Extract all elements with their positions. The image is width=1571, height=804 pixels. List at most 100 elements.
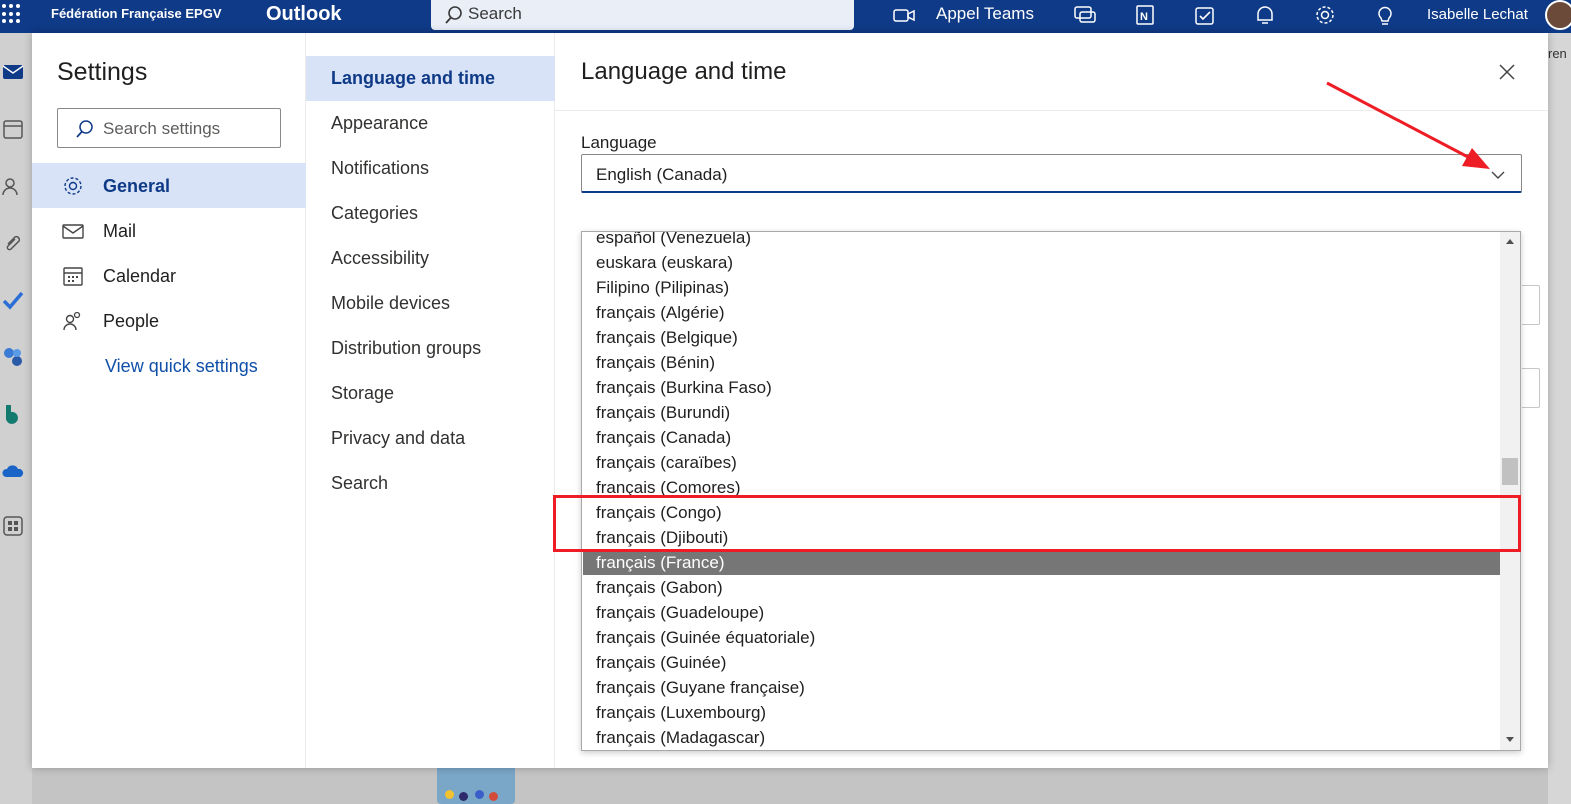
subcategory-label: Categories — [331, 203, 419, 223]
language-option-label: français (Guyane française) — [596, 678, 805, 697]
subcategory-privacy-and-data[interactable]: Privacy and data — [306, 416, 555, 461]
top-bar: Fédération Française EPGV Outlook Search… — [0, 0, 1571, 33]
settings-category-general[interactable]: General — [32, 163, 306, 208]
language-option-label: français (Burkina Faso) — [596, 378, 772, 397]
search-settings-placeholder: Search settings — [103, 119, 221, 138]
calendar-icon — [62, 265, 84, 287]
language-option-label: français (Canada) — [596, 428, 732, 447]
search-settings-input[interactable]: Search settings — [57, 108, 281, 148]
gear-icon[interactable] — [1313, 4, 1337, 26]
subcategory-label: Appearance — [331, 113, 429, 133]
settings-title: Settings — [57, 58, 148, 86]
teams-call-button[interactable]: Appel Teams — [936, 4, 1034, 24]
language-option-label: français (Madagascar) — [596, 728, 766, 747]
language-option[interactable]: français (Belgique) — [582, 325, 1500, 350]
avatar[interactable] — [1545, 0, 1571, 30]
onenote-icon[interactable]: N — [1133, 4, 1157, 26]
settings-category-label: Mail — [103, 221, 137, 241]
scroll-up-arrow[interactable] — [1506, 239, 1514, 244]
language-option-label: français (Bénin) — [596, 353, 716, 372]
todo-icon[interactable] — [1193, 4, 1217, 26]
language-option[interactable]: français (Luxembourg) — [582, 700, 1500, 725]
language-option[interactable]: français (Guinée) — [582, 650, 1500, 675]
language-option-label: español (Venezuela) — [596, 231, 752, 247]
language-option[interactable]: français (France) — [583, 550, 1500, 575]
settings-category-people[interactable]: People — [32, 298, 306, 343]
language-option[interactable]: français (Canada) — [582, 425, 1500, 450]
language-option-label: français (Guinée) — [596, 653, 727, 672]
language-option-label: français (Guadeloupe) — [596, 603, 765, 622]
scroll-down-arrow[interactable] — [1506, 737, 1514, 742]
settings-category-mail[interactable]: Mail — [32, 208, 306, 253]
language-dropdown[interactable]: English (Canada) — [581, 154, 1522, 193]
language-option[interactable]: français (Bénin) — [582, 350, 1500, 375]
language-option[interactable]: français (Burundi) — [582, 400, 1500, 425]
background-image-thumbnail — [437, 768, 515, 804]
language-option[interactable]: français (Gabon) — [582, 575, 1500, 600]
scrollbar[interactable] — [1500, 232, 1520, 750]
language-selected-value: English (Canada) — [596, 165, 728, 184]
subcategory-label: Notifications — [331, 158, 430, 178]
video-call-icon[interactable] — [893, 4, 917, 26]
more-apps-icon[interactable] — [2, 515, 24, 537]
user-name[interactable]: Isabelle Lechat — [1427, 6, 1528, 23]
app-name[interactable]: Outlook — [266, 3, 342, 26]
calendar-icon[interactable] — [2, 118, 24, 140]
chevron-down-icon[interactable] — [1490, 168, 1506, 186]
settings-category-label: People — [103, 311, 160, 331]
language-option[interactable]: français (Burkina Faso) — [582, 375, 1500, 400]
language-option-label: français (Belgique) — [596, 328, 738, 347]
chat-icon[interactable] — [1073, 4, 1097, 26]
view-quick-settings-link[interactable]: View quick settings — [105, 356, 258, 377]
background-control-edge — [1522, 368, 1540, 408]
search-icon — [444, 5, 464, 30]
language-option-label: Filipino (Pilipinas) — [596, 278, 730, 297]
bell-icon[interactable] — [1253, 4, 1277, 26]
global-search-box[interactable]: Search — [431, 0, 854, 30]
subcategory-accessibility[interactable]: Accessibility — [306, 236, 555, 281]
subcategory-label: Mobile devices — [331, 293, 451, 313]
bookings-icon[interactable] — [2, 403, 24, 425]
subcategory-search[interactable]: Search — [306, 461, 555, 506]
onedrive-icon[interactable] — [2, 460, 24, 482]
language-option-label: euskara (euskara) — [596, 253, 734, 272]
subcategory-appearance[interactable]: Appearance — [306, 101, 555, 146]
mail-icon[interactable] — [2, 61, 24, 83]
language-option[interactable]: français (caraïbes) — [582, 450, 1500, 475]
language-option-label: français (Guinée équatoriale) — [596, 628, 816, 647]
language-option[interactable]: euskara (euskara) — [582, 250, 1500, 275]
language-label: Language — [581, 133, 657, 152]
todo-check-icon[interactable] — [2, 289, 24, 311]
lightbulb-icon[interactable] — [1373, 4, 1397, 26]
people-icon — [62, 310, 84, 332]
people-icon[interactable] — [2, 175, 24, 197]
language-option[interactable]: español (Venezuela) — [582, 231, 1500, 250]
annotation-highlight-box — [553, 495, 1521, 552]
language-option-label: français (Burundi) — [596, 403, 731, 422]
language-option[interactable]: Filipino (Pilipinas) — [582, 275, 1500, 300]
org-name: Fédération Française EPGV — [51, 6, 222, 21]
subcategory-storage[interactable]: Storage — [306, 371, 555, 416]
viva-engage-icon[interactable] — [2, 346, 24, 368]
app-launcher-icon[interactable] — [2, 4, 22, 24]
settings-categories-column: Settings Search settings General Mail Ca… — [32, 33, 306, 768]
language-options-list[interactable]: español (Venezuela) euskara (euskara) Fili… — [581, 231, 1521, 751]
language-option[interactable]: français (Guyane française) — [582, 675, 1500, 700]
subcategory-categories[interactable]: Categories — [306, 191, 555, 236]
subcategory-mobile-devices[interactable]: Mobile devices — [306, 281, 555, 326]
language-option-label: français (caraïbes) — [596, 453, 737, 472]
paperclip-icon[interactable] — [2, 232, 24, 254]
subcategory-label: Storage — [331, 383, 395, 403]
language-option[interactable]: français (Algérie) — [582, 300, 1500, 325]
background-reading-pane: ren — [1548, 33, 1571, 804]
subcategory-notifications[interactable]: Notifications — [306, 146, 555, 191]
language-option[interactable]: français (Madagascar) — [582, 725, 1500, 750]
close-icon[interactable] — [1496, 61, 1518, 83]
settings-category-calendar[interactable]: Calendar — [32, 253, 306, 298]
subcategory-language-and-time[interactable]: Language and time — [306, 56, 555, 101]
language-option[interactable]: français (Guadeloupe) — [582, 600, 1500, 625]
subcategory-label: Accessibility — [331, 248, 430, 268]
language-option[interactable]: français (Guinée équatoriale) — [582, 625, 1500, 650]
subcategory-distribution-groups[interactable]: Distribution groups — [306, 326, 555, 371]
scroll-thumb[interactable] — [1502, 458, 1518, 485]
